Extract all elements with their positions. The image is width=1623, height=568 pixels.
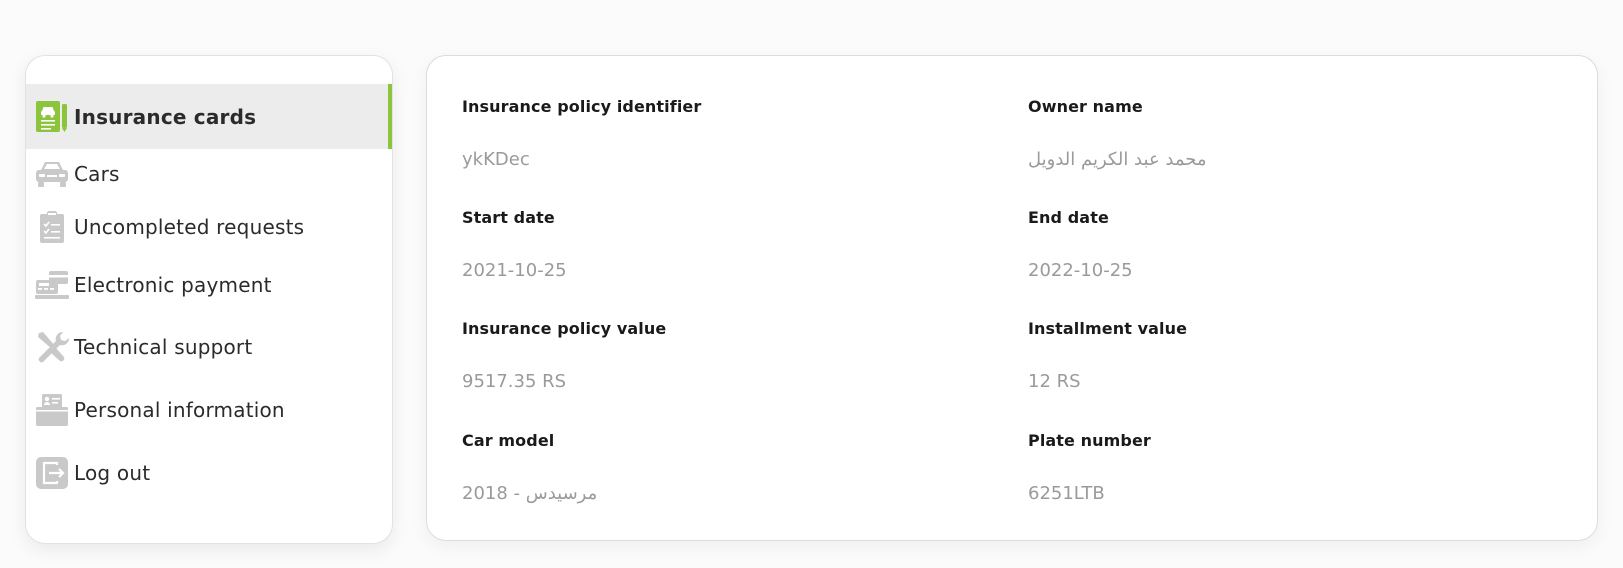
clipboard-checklist-icon bbox=[35, 210, 69, 244]
car-model-field: Car model 2018 - مرسيدس bbox=[462, 431, 962, 504]
sidebar-item-label: Cars bbox=[74, 162, 120, 186]
sidebar: Insurance cards Cars Uncompleted request… bbox=[25, 55, 393, 544]
sidebar-item-technical-support[interactable]: Technical support bbox=[26, 316, 392, 378]
sidebar-item-label: Technical support bbox=[74, 335, 253, 359]
field-value: 6251LTB bbox=[1028, 483, 1105, 504]
field-label: Insurance policy identifier bbox=[462, 97, 702, 116]
sidebar-item-uncompleted-requests[interactable]: Uncompleted requests bbox=[26, 199, 392, 254]
field-value: 9517.35 RS bbox=[462, 371, 567, 392]
sidebar-item-personal-information[interactable]: Personal information bbox=[26, 378, 392, 442]
plate-number-field: Plate number 6251LTB bbox=[1028, 431, 1528, 504]
insurance-details-card: Insurance policy identifier ykKDec Owner… bbox=[426, 55, 1598, 541]
payment-terminal-icon bbox=[35, 268, 69, 302]
sidebar-item-label: Uncompleted requests bbox=[74, 214, 305, 239]
sidebar-item-log-out[interactable]: Log out bbox=[26, 442, 392, 504]
car-icon bbox=[35, 157, 69, 191]
field-value: محمد عبد الكريم الدويل bbox=[1028, 149, 1207, 170]
end-date-field: End date 2022-10-25 bbox=[1028, 208, 1528, 281]
field-value: ykKDec bbox=[462, 149, 530, 170]
sidebar-item-label: Electronic payment bbox=[74, 273, 272, 297]
policy-value-field: Insurance policy value 9517.35 RS bbox=[462, 319, 962, 392]
field-value: 12 RS bbox=[1028, 371, 1081, 392]
policy-id-field: Insurance policy identifier ykKDec bbox=[462, 97, 962, 170]
sidebar-item-label: Log out bbox=[74, 461, 151, 485]
field-label: Owner name bbox=[1028, 97, 1143, 116]
field-label: Insurance policy value bbox=[462, 319, 667, 338]
sidebar-item-insurance-cards[interactable]: Insurance cards bbox=[26, 84, 392, 149]
field-value: 2021-10-25 bbox=[462, 260, 567, 281]
sidebar-item-cars[interactable]: Cars bbox=[26, 149, 392, 199]
field-label: Start date bbox=[462, 208, 555, 227]
insurance-card-icon bbox=[35, 100, 69, 134]
field-label: Installment value bbox=[1028, 319, 1188, 338]
logout-icon bbox=[35, 456, 69, 490]
installment-value-field: Installment value 12 RS bbox=[1028, 319, 1528, 392]
field-label: Car model bbox=[462, 431, 555, 450]
field-value: 2022-10-25 bbox=[1028, 260, 1133, 281]
field-label: End date bbox=[1028, 208, 1109, 227]
field-value: 2018 - مرسيدس bbox=[462, 483, 598, 504]
sidebar-item-electronic-payment[interactable]: Electronic payment bbox=[26, 254, 392, 316]
sidebar-item-label: Personal information bbox=[74, 398, 285, 422]
owner-name-field: Owner name محمد عبد الكريم الدويل bbox=[1028, 97, 1528, 170]
start-date-field: Start date 2021-10-25 bbox=[462, 208, 962, 281]
tools-icon bbox=[35, 330, 69, 364]
field-label: Plate number bbox=[1028, 431, 1151, 450]
sidebar-item-label: Insurance cards bbox=[74, 104, 257, 129]
id-card-icon bbox=[35, 393, 69, 427]
